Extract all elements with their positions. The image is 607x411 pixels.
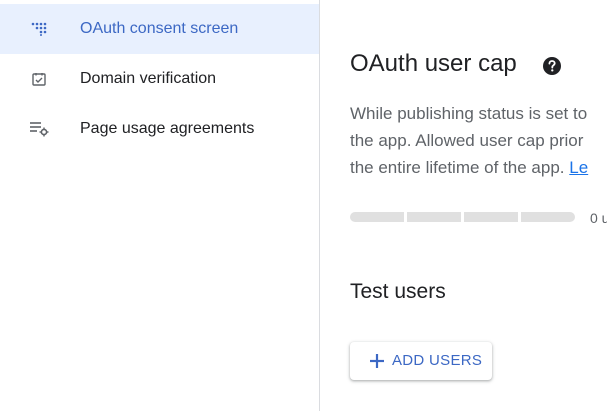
add-users-button-label: ADD USERS	[392, 352, 483, 369]
description-line: the entire lifetime of the app. Le	[350, 154, 607, 181]
description-line: While publishing status is set to	[350, 104, 588, 123]
main-content: OAuth user cap While publishing status i…	[320, 0, 607, 411]
test-users-title: Test users	[350, 280, 446, 303]
sidebar-item-page-usage-agreements[interactable]: Page usage agreements	[0, 104, 319, 154]
progress-segment	[350, 212, 404, 222]
sidebar: OAuth consent screen Domain verification	[0, 0, 320, 411]
progress-segment	[521, 212, 575, 222]
description-line: the app. Allowed user cap prior	[350, 131, 584, 150]
learn-more-link[interactable]: Le	[569, 158, 588, 177]
oauth-user-cap-title: OAuth user cap	[350, 50, 517, 77]
description-text: the entire lifetime of the app.	[350, 158, 565, 177]
sidebar-item-label: Page usage agreements	[80, 120, 255, 137]
domain-check-icon	[28, 68, 50, 90]
help-icon[interactable]	[542, 56, 562, 76]
progress-segment	[407, 212, 461, 222]
user-cap-progress-label: 0 u	[590, 210, 607, 226]
sidebar-item-domain-verification[interactable]: Domain verification	[0, 54, 319, 104]
app-root: OAuth consent screen Domain verification	[0, 0, 607, 411]
sidebar-item-label: Domain verification	[80, 70, 217, 87]
progress-segment	[464, 212, 518, 222]
add-users-button[interactable]: ADD USERS	[350, 342, 492, 380]
page-usage-settings-icon	[28, 118, 50, 140]
oauth-consent-icon	[28, 18, 50, 40]
oauth-user-cap-description: While publishing status is set to the ap…	[350, 100, 607, 181]
user-cap-progress-bar	[350, 212, 575, 222]
sidebar-item-label: OAuth consent screen	[80, 20, 239, 37]
plus-icon	[368, 352, 386, 370]
sidebar-item-oauth-consent-screen[interactable]: OAuth consent screen	[0, 4, 319, 54]
